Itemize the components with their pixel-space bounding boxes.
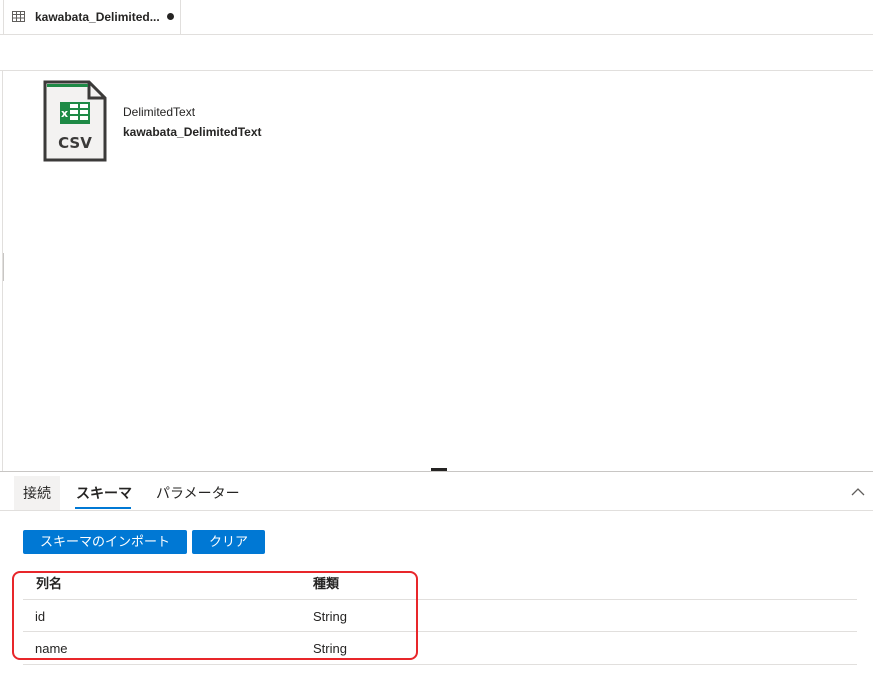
dataset-type: DelimitedText <box>123 105 196 119</box>
svg-text:x: x <box>61 107 68 120</box>
tab-parameters[interactable]: パラメーター <box>147 476 249 510</box>
chevron-up-icon[interactable] <box>850 486 866 498</box>
editor-tab-bar: kawabata_Delimited... <box>0 0 873 35</box>
active-tab-indicator <box>75 507 131 509</box>
panel-tab-divider <box>0 510 873 511</box>
cell-column-name: id <box>35 609 46 624</box>
cell-column-type: String <box>313 609 347 624</box>
cell-column-name: name <box>35 641 68 656</box>
tab-schema[interactable]: スキーマ <box>67 476 141 510</box>
tab-connection[interactable]: 接続 <box>14 476 60 510</box>
column-header-name: 列名 <box>36 576 63 591</box>
import-schema-button[interactable]: スキーマのインポート <box>23 530 187 554</box>
csv-file-icon[interactable]: x CSV <box>43 80 107 162</box>
panel-splitter[interactable] <box>0 471 873 472</box>
tab-title: kawabata_Delimited... <box>35 10 160 24</box>
dataset-canvas: x CSV DelimitedText kawabata_DelimitedTe… <box>2 71 873 471</box>
side-divider <box>3 253 4 281</box>
table-icon <box>12 11 25 22</box>
cell-column-type: String <box>313 641 347 656</box>
column-header-type: 種類 <box>313 576 340 591</box>
table-row[interactable]: id String <box>23 599 857 632</box>
table-row[interactable]: name String <box>23 631 857 665</box>
dataset-tab[interactable]: kawabata_Delimited... <box>3 0 181 34</box>
csv-icon-label: CSV <box>58 134 92 152</box>
toolbar <box>0 35 873 71</box>
unsaved-dot-icon <box>167 13 174 20</box>
clear-button[interactable]: クリア <box>192 530 265 554</box>
dataset-name: kawabata_DelimitedText <box>123 125 262 139</box>
splitter-handle[interactable] <box>431 468 447 471</box>
